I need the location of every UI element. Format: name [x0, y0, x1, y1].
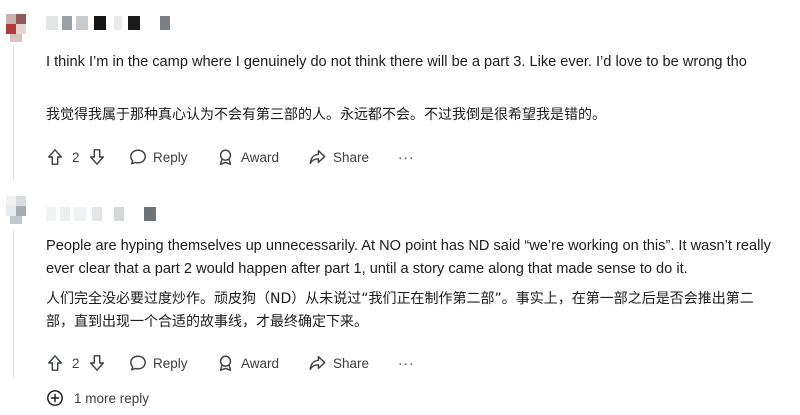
thread-line[interactable]: [13, 46, 14, 181]
comment-2: People are hyping themselves up unnecess…: [0, 190, 800, 415]
vote-count: 2: [72, 149, 80, 165]
comment-1: I think I’m in the camp where I genuinel…: [0, 0, 800, 190]
share-button[interactable]: Share: [308, 349, 369, 377]
upvote-button[interactable]: [46, 349, 64, 377]
comment-actions: 2 Reply Award Share ···: [46, 143, 426, 171]
comment-body-zh: 人们完全没必要过度炒作。顽皮狗（ND）从未说过“我们正在制作第二部”。事实上，在…: [46, 291, 754, 330]
arrow-up-icon: [47, 149, 63, 165]
award-icon: [219, 355, 232, 371]
downvote-button[interactable]: [88, 143, 106, 171]
comment-body-en: I think I’m in the camp where I genuinel…: [46, 54, 747, 70]
reply-button[interactable]: Reply: [129, 349, 188, 377]
avatar[interactable]: [6, 14, 28, 42]
speech-bubble-icon: [130, 355, 146, 371]
share-arrow-icon: [309, 355, 326, 371]
award-button[interactable]: Award: [216, 143, 279, 171]
comment-body-zh: 我觉得我属于那种真心认为不会有第三部的人。永远都不会。不过我倒是很希望我是错的。: [46, 107, 606, 123]
comment-body-en: People are hyping themselves up unnecess…: [46, 238, 771, 277]
username-redacted[interactable]: [46, 207, 161, 221]
reply-button[interactable]: Reply: [129, 143, 188, 171]
share-arrow-icon: [309, 149, 326, 165]
share-label: Share: [333, 149, 370, 165]
award-label: Award: [241, 149, 280, 165]
thread-line[interactable]: [13, 230, 14, 378]
vote-count: 2: [72, 355, 80, 371]
share-label: Share: [333, 355, 370, 371]
downvote-button[interactable]: [88, 349, 106, 377]
more-replies-label: 1 more reply: [74, 390, 150, 406]
username-redacted[interactable]: [46, 16, 176, 30]
more-options-button[interactable]: ···: [398, 349, 415, 377]
comment-actions: 2 Reply Award Share ···: [46, 349, 426, 377]
award-label: Award: [241, 355, 280, 371]
arrow-down-icon: [89, 355, 105, 371]
reply-label: Reply: [153, 355, 188, 371]
arrow-up-icon: [47, 355, 63, 371]
more-replies-button[interactable]: 1 more reply: [46, 388, 149, 408]
upvote-button[interactable]: [46, 143, 64, 171]
award-icon: [219, 149, 232, 165]
share-button[interactable]: Share: [308, 143, 369, 171]
speech-bubble-icon: [130, 149, 146, 165]
reply-label: Reply: [153, 149, 188, 165]
award-button[interactable]: Award: [216, 349, 279, 377]
avatar[interactable]: [6, 196, 28, 224]
plus-circle-icon: [47, 390, 63, 406]
arrow-down-icon: [89, 149, 105, 165]
more-options-button[interactable]: ···: [398, 143, 415, 171]
